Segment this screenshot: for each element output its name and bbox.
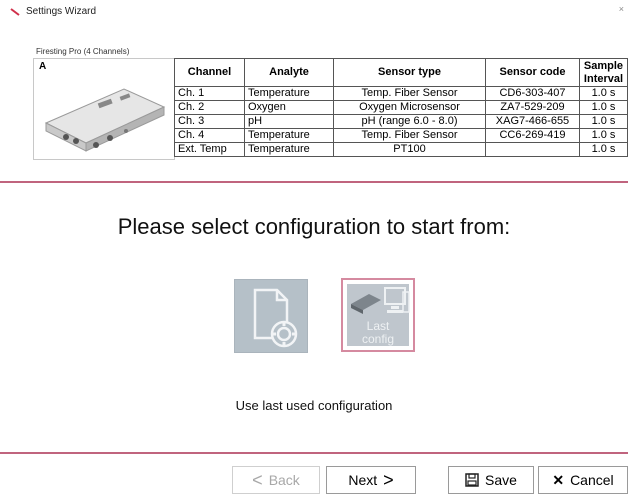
cell-sensor-type: Temp. Fiber Sensor (333, 128, 486, 143)
cell-analyte: pH (244, 114, 334, 129)
last-config-tile: Last config (347, 284, 410, 346)
table-row: Ch. 2 Oxygen Oxygen Microsensor ZA7-529-… (174, 100, 628, 115)
device-name: Firesting Pro (4 Channels) (36, 47, 130, 56)
back-label: Back (268, 472, 300, 488)
header-sample-line1: Sample (583, 59, 624, 72)
header-sample-interval: Sample Interval (579, 58, 628, 87)
selection-caption: Use last used configuration (235, 398, 393, 413)
cell-channel: Ch. 4 (174, 128, 245, 143)
table-row: Ch. 3 pH pH (range 6.0 - 8.0) XAG7-466-6… (174, 114, 628, 129)
header-sensor-type: Sensor type (333, 58, 486, 87)
cell-channel: Ch. 2 (174, 100, 245, 115)
device-image (44, 88, 166, 152)
cell-analyte: Temperature (244, 142, 334, 157)
header-analyte: Analyte (244, 58, 334, 87)
header-sensor-code: Sensor code (485, 58, 580, 87)
cancel-button[interactable]: ✕ Cancel (538, 466, 628, 494)
last-config-line2: config (361, 332, 395, 346)
cell-interval: 1.0 s (579, 114, 628, 129)
new-config-button[interactable] (234, 279, 308, 353)
cell-channel: Ext. Temp (174, 142, 245, 157)
last-config-label: Last config (347, 320, 409, 346)
close-x-icon: ✕ (552, 471, 565, 488)
last-config-button[interactable]: Last config (341, 278, 415, 352)
cell-sensor-code: XAG7-466-655 (485, 114, 580, 129)
device-panel: A (33, 58, 175, 160)
cell-interval: 1.0 s (579, 142, 628, 157)
device-computer-icon (351, 287, 410, 314)
cell-sensor-code: ZA7-529-209 (485, 100, 580, 115)
cell-channel: Ch. 1 (174, 86, 245, 101)
cell-sensor-code: CD6-303-407 (485, 86, 580, 101)
floppy-disk-icon (465, 473, 479, 487)
back-button[interactable]: < Back (232, 466, 320, 494)
divider-bottom (0, 452, 628, 454)
table-row: Ch. 1 Temperature Temp. Fiber Sensor CD6… (174, 86, 628, 101)
table-header-row: Channel Analyte Sensor type Sensor code … (174, 58, 628, 87)
cell-channel: Ch. 3 (174, 114, 245, 129)
title-bar: Settings Wizard × (0, 0, 628, 22)
last-config-line1: Last (366, 319, 390, 333)
save-button[interactable]: Save (448, 466, 534, 494)
cell-interval: 1.0 s (579, 86, 628, 101)
close-icon[interactable]: × (619, 4, 624, 14)
header-channel: Channel (174, 58, 245, 87)
window-title: Settings Wizard (26, 5, 97, 17)
cell-sensor-type: Temp. Fiber Sensor (333, 86, 486, 101)
app-icon (10, 8, 20, 16)
cell-analyte: Temperature (244, 86, 334, 101)
cell-analyte: Temperature (244, 128, 334, 143)
next-button[interactable]: Next > (326, 466, 416, 494)
table-row: Ext. Temp Temperature PT100 1.0 s (174, 142, 628, 157)
cell-sensor-code: CC6-269-419 (485, 128, 580, 143)
header-sample-line2: Interval (583, 72, 624, 85)
cell-interval: 1.0 s (579, 100, 628, 115)
channel-table: Channel Analyte Sensor type Sensor code … (174, 58, 628, 157)
save-label: Save (485, 472, 517, 488)
chevron-left-icon: < (252, 470, 263, 490)
cell-sensor-type: PT100 (333, 142, 486, 157)
cell-interval: 1.0 s (579, 128, 628, 143)
cell-sensor-code (485, 142, 580, 157)
page-prompt: Please select configuration to start fro… (117, 214, 511, 239)
cell-sensor-type: Oxygen Microsensor (333, 100, 486, 115)
table-row: Ch. 4 Temperature Temp. Fiber Sensor CC6… (174, 128, 628, 143)
document-gear-icon (253, 288, 298, 348)
cancel-label: Cancel (570, 472, 614, 488)
cell-sensor-type: pH (range 6.0 - 8.0) (333, 114, 486, 129)
next-label: Next (348, 472, 378, 488)
divider-top (0, 181, 628, 183)
chevron-right-icon: > (383, 470, 394, 490)
cell-analyte: Oxygen (244, 100, 334, 115)
